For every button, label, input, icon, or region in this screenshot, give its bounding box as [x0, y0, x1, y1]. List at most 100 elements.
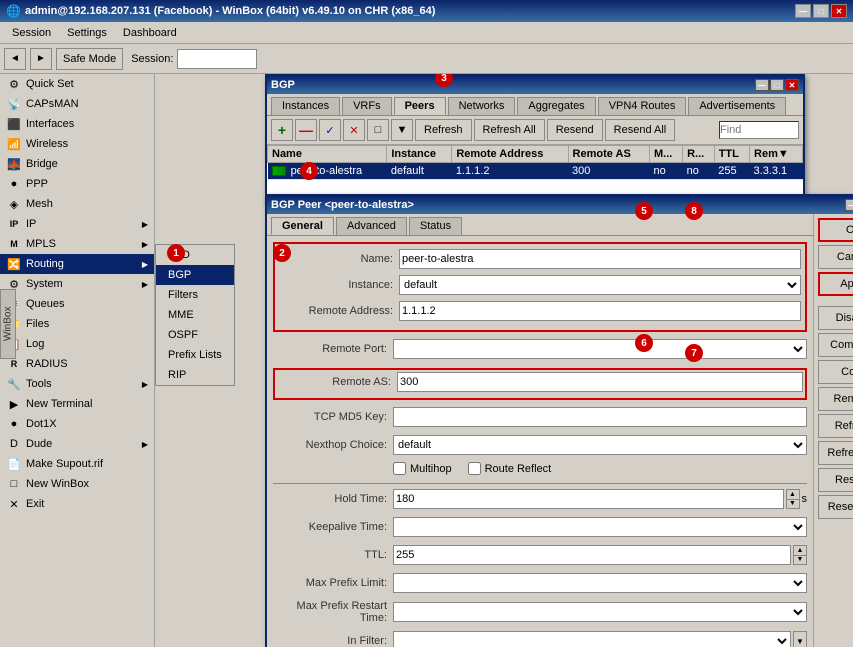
- refresh-all-right-btn[interactable]: Refresh All: [818, 441, 853, 465]
- sidebar-item-wireless[interactable]: 📶 Wireless: [0, 134, 154, 154]
- submenu-ospf[interactable]: OSPF: [156, 325, 234, 345]
- sidebar-item-bridge[interactable]: 🌉 Bridge: [0, 154, 154, 174]
- tab-instances[interactable]: Instances: [271, 97, 340, 115]
- nexthop-select[interactable]: default: [393, 435, 807, 455]
- copy-btn[interactable]: Copy: [818, 360, 853, 384]
- forward-btn[interactable]: ►: [30, 48, 52, 70]
- tab-networks[interactable]: Networks: [448, 97, 516, 115]
- copy-peer-btn[interactable]: □: [367, 119, 389, 141]
- menu-settings[interactable]: Settings: [59, 25, 115, 41]
- remove-btn[interactable]: Remove: [818, 387, 853, 411]
- enable-peer-btn[interactable]: ✓: [319, 119, 341, 141]
- peer-tab-advanced[interactable]: Advanced: [336, 217, 407, 235]
- sidebar-item-routing[interactable]: 🔀 Routing ▶: [0, 254, 154, 274]
- peer-minimize[interactable]: —: [845, 199, 853, 211]
- col-name[interactable]: Name: [268, 146, 387, 163]
- hold-time-up[interactable]: ▲: [787, 490, 799, 500]
- disable-btn[interactable]: Disable: [818, 306, 853, 330]
- comment-btn[interactable]: Comment: [818, 333, 853, 357]
- in-filter-down[interactable]: ▼: [793, 631, 807, 647]
- refresh-btn[interactable]: Refresh: [415, 119, 472, 141]
- safe-mode-btn[interactable]: Safe Mode: [56, 48, 123, 70]
- sidebar-item-queues[interactable]: ≡ Queues: [0, 294, 154, 314]
- route-reflect-input[interactable]: [468, 462, 481, 475]
- resend-all-right-btn[interactable]: Resend All: [818, 495, 853, 519]
- bgp-maximize[interactable]: □: [770, 79, 784, 91]
- col-r[interactable]: R...: [683, 146, 715, 163]
- resend-all-btn[interactable]: Resend All: [605, 119, 676, 141]
- resend-btn[interactable]: Resend: [547, 119, 603, 141]
- sidebar-item-make-supout[interactable]: 📄 Make Supout.rif: [0, 454, 154, 474]
- sidebar-item-quick-set[interactable]: ⚙ Quick Set: [0, 74, 154, 94]
- submenu-filters[interactable]: Filters: [156, 285, 234, 305]
- sidebar-item-tools[interactable]: 🔧 Tools ▶: [0, 374, 154, 394]
- ok-btn[interactable]: OK: [818, 218, 853, 242]
- bgp-minimize[interactable]: —: [755, 79, 769, 91]
- tcp-md5-input[interactable]: [393, 407, 807, 427]
- maximize-btn[interactable]: □: [813, 4, 829, 18]
- sidebar-item-system[interactable]: ⚙ System ▶: [0, 274, 154, 294]
- keepalive-select[interactable]: [393, 517, 807, 537]
- bgp-close[interactable]: ✕: [785, 79, 799, 91]
- sidebar-item-ip[interactable]: IP IP ▶: [0, 214, 154, 234]
- submenu-mme[interactable]: MME: [156, 305, 234, 325]
- tab-advertisements[interactable]: Advertisements: [688, 97, 786, 115]
- submenu-prefix-lists[interactable]: Prefix Lists: [156, 345, 234, 365]
- minimize-btn[interactable]: —: [795, 4, 811, 18]
- ttl-down[interactable]: ▼: [794, 556, 806, 565]
- multihop-checkbox[interactable]: Multihop: [393, 462, 452, 475]
- max-prefix-select[interactable]: [393, 573, 807, 593]
- close-btn[interactable]: ✕: [831, 4, 847, 18]
- sidebar-item-mpls[interactable]: M MPLS ▶: [0, 234, 154, 254]
- filter-btn[interactable]: ▼: [391, 119, 413, 141]
- resend-right-btn[interactable]: Resend: [818, 468, 853, 492]
- menu-session[interactable]: Session: [4, 25, 59, 41]
- menu-dashboard[interactable]: Dashboard: [115, 25, 185, 41]
- peer-row[interactable]: peer-to-alestra default 1.1.1.2 300 no n…: [268, 163, 803, 180]
- sidebar-item-exit[interactable]: ✕ Exit: [0, 494, 154, 514]
- sidebar-item-log[interactable]: 📋 Log: [0, 334, 154, 354]
- col-instance[interactable]: Instance: [387, 146, 452, 163]
- ttl-input[interactable]: [393, 545, 791, 565]
- col-remote-as[interactable]: Remote AS: [568, 146, 649, 163]
- col-m[interactable]: M...: [649, 146, 682, 163]
- sidebar-item-radius[interactable]: R RADIUS: [0, 354, 154, 374]
- cancel-btn[interactable]: Cancel: [818, 245, 853, 269]
- sidebar-item-capsman[interactable]: 📡 CAPsMAN: [0, 94, 154, 114]
- refresh-all-btn[interactable]: Refresh All: [474, 119, 545, 141]
- disable-peer-btn[interactable]: ✕: [343, 119, 365, 141]
- sidebar-item-dot1x[interactable]: ● Dot1X: [0, 414, 154, 434]
- sidebar-item-ppp[interactable]: ● PPP: [0, 174, 154, 194]
- ttl-up[interactable]: ▲: [794, 546, 806, 556]
- col-ttl[interactable]: TTL: [714, 146, 749, 163]
- sidebar-item-dude[interactable]: D Dude ▶: [0, 434, 154, 454]
- sidebar-item-new-terminal[interactable]: ▶ New Terminal: [0, 394, 154, 414]
- sidebar-item-mesh[interactable]: ◈ Mesh: [0, 194, 154, 214]
- hold-time-input[interactable]: [393, 489, 784, 509]
- submenu-rip[interactable]: RIP: [156, 365, 234, 385]
- tab-vrfs[interactable]: VRFs: [342, 97, 392, 115]
- col-rem[interactable]: Rem▼: [750, 146, 803, 163]
- peer-tab-status[interactable]: Status: [409, 217, 462, 235]
- tab-peers[interactable]: Peers: [394, 97, 446, 115]
- remove-peer-btn[interactable]: —: [295, 119, 317, 141]
- multihop-input[interactable]: [393, 462, 406, 475]
- col-remote-address[interactable]: Remote Address: [452, 146, 568, 163]
- instance-select[interactable]: default: [399, 275, 801, 295]
- remote-port-select[interactable]: [393, 339, 807, 359]
- tab-vpn4-routes[interactable]: VPN4 Routes: [598, 97, 687, 115]
- in-filter-select[interactable]: [393, 631, 791, 647]
- max-prefix-restart-select[interactable]: [393, 602, 807, 622]
- refresh-right-btn[interactable]: Refresh: [818, 414, 853, 438]
- find-input[interactable]: [719, 121, 799, 139]
- back-btn[interactable]: ◄: [4, 48, 26, 70]
- apply-btn[interactable]: Apply: [818, 272, 853, 296]
- add-peer-btn[interactable]: +: [271, 119, 293, 141]
- sidebar-item-files[interactable]: 📁 Files: [0, 314, 154, 334]
- remote-address-input[interactable]: [399, 301, 801, 321]
- route-reflect-checkbox[interactable]: Route Reflect: [468, 462, 552, 475]
- tab-aggregates[interactable]: Aggregates: [517, 97, 595, 115]
- sidebar-item-new-winbox[interactable]: □ New WinBox: [0, 474, 154, 494]
- submenu-bfd[interactable]: BFD: [156, 245, 234, 265]
- sidebar-item-interfaces[interactable]: ⬛ Interfaces: [0, 114, 154, 134]
